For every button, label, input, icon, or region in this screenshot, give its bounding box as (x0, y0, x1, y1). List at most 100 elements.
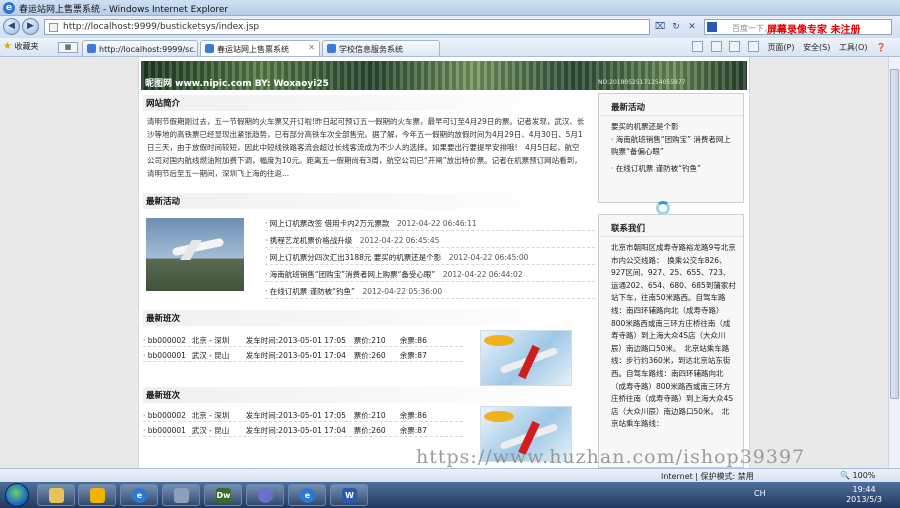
news-text: 海南航班销售“团购宝”消费者网上购票“备受心眼” (269, 270, 436, 279)
address-bar: ◀ ▶ http://localhost:9999/busticketsys/i… (0, 16, 900, 38)
help-icon[interactable]: ❓ (876, 43, 886, 52)
taskbar-ie2[interactable]: e (288, 484, 326, 506)
title-bar: e 春运站网上售票系统 - Windows Internet Explorer (0, 0, 900, 16)
train-row[interactable]: · bb000002 北京 - 深圳 发车时间:2013-05-01 17:05 票价… (143, 407, 463, 422)
sticky-notes-icon (90, 488, 105, 503)
side-activity-title: 最新活动 (599, 94, 743, 116)
news-text: 网上订机票分四次汇出3188元 要买的机票还是个影 (269, 253, 442, 262)
site-watermark: https://www.huzhan.com/ishop39397 (416, 446, 806, 468)
taskbar-dreamweaver[interactable]: Dw (204, 484, 242, 506)
print-icon[interactable] (747, 41, 759, 52)
news-item[interactable]: · 网上订机票分四次汇出3188元 要买的机票还是个影 2012-04-22 0… (265, 248, 595, 265)
contact-text: 北京市朝阳区成寿寺路裕龙路9号北京市内公交线路： 换乘公交车826、927区间、… (611, 243, 736, 429)
trains-title-2: 最新班次 (143, 387, 587, 403)
tools-menu[interactable]: 工具(O) (839, 42, 868, 53)
train-row[interactable]: · bb000001 武汉 - 昆山 发车时间:2013-05-01 17:04 票价… (143, 422, 463, 437)
system-tray: CH 19:44 2013/5/3 (752, 482, 900, 508)
side-activity-item[interactable]: · 在线订机票 谨防被“钓鱼” (611, 163, 736, 176)
clock-date: 2013/5/3 (846, 495, 882, 504)
banner-watermark-left: 昵图网 www.nipic.com BY: Woxaoyi25 (145, 79, 329, 89)
media-icon (258, 488, 273, 503)
url-field[interactable]: http://localhost:9999/busticketsys/index… (44, 19, 650, 35)
news-item[interactable]: · 网上订机票改签 借用卡内2万元票款 2012-04-22 06:46:11 (265, 214, 595, 231)
recorder-watermark: 屏幕录像专家 未注册 (767, 25, 861, 36)
airline-logo (484, 411, 514, 422)
feeds-icon[interactable] (710, 41, 722, 52)
zoom-level[interactable]: 🔍 100% (840, 471, 875, 480)
intro-text: 清明节假期刚过去，五一节假期的火车票又开订啦!昨日起可预订五一假期的火车票，最早… (147, 117, 585, 178)
web-page: 昵图网 www.nipic.com BY: Woxaoyi25 NO:20180… (138, 57, 750, 468)
banner-watermark-right: NO:20180525171254055977 (598, 79, 686, 86)
tab-1[interactable]: http://localhost:9999/sc... (82, 40, 198, 56)
back-icon[interactable]: ◀ (3, 18, 20, 35)
side-activity-item[interactable]: 要买的机票还是个影 (611, 121, 736, 134)
train-depart: 发车时间:2013-05-01 17:05 (245, 336, 346, 345)
security-zone: Internet | 保护模式: 禁用 (661, 472, 754, 481)
train-price: 票价:210 (353, 336, 386, 345)
train-price: 票价:260 (353, 351, 386, 360)
taskbar-tools[interactable] (162, 484, 200, 506)
train-row[interactable]: · bb000001 武汉 - 昆山 发车时间:2013-05-01 17:04 票价… (143, 347, 463, 362)
taskbar-media[interactable] (246, 484, 284, 506)
news-item[interactable]: · 携程艺龙机票价格战升级 2012-04-22 06:45:45 (265, 231, 595, 248)
train-route: 北京 - 深圳 (191, 336, 230, 345)
side-activity-item[interactable]: · 海南航班销售“团购宝” 消费者网上购票“备偏心眼” (611, 134, 736, 159)
ie-icon: e (300, 488, 315, 503)
start-button[interactable] (5, 483, 29, 507)
page-icon (327, 44, 336, 53)
side-activity-list: 要买的机票还是个影 · 海南航班销售“团购宝” 消费者网上购票“备偏心眼” · … (599, 116, 743, 175)
search-field[interactable]: 百度一下，你 屏幕录像专家 未注册 (704, 19, 892, 36)
folder-icon (49, 488, 64, 503)
favorites-button[interactable]: ★ 收藏夹 (3, 41, 39, 52)
contact-box: 联系我们 北京市朝阳区成寿寺路裕龙路9号北京市内公交线路： 换乘公交车826、9… (598, 214, 744, 468)
news-time: 2012-04-22 06:46:11 (396, 219, 477, 228)
scroll-thumb[interactable] (890, 69, 899, 399)
airline-ad-1[interactable] (480, 330, 572, 386)
forward-icon[interactable]: ▶ (22, 18, 39, 35)
taskbar-word[interactable]: W (330, 484, 368, 506)
loading-spinner-icon (656, 201, 670, 215)
train-route: 北京 - 深圳 (191, 411, 230, 420)
safety-menu[interactable]: 安全(S) (803, 42, 830, 53)
stop-icon[interactable]: ✕ (686, 21, 698, 33)
close-icon[interactable]: ✕ (308, 43, 315, 52)
compat-icon[interactable]: ⌧ (654, 21, 666, 33)
tab-label: 春运站网上售票系统 (217, 45, 289, 54)
content-area: 昵图网 www.nipic.com BY: Woxaoyi25 NO:20180… (0, 57, 900, 468)
tab-label: http://localhost:9999/sc... (99, 45, 198, 54)
train-id: bb000001 (147, 351, 186, 360)
word-icon: W (342, 488, 357, 503)
search-engine-icon (707, 22, 717, 32)
intro-title: 网站简介 (143, 95, 587, 111)
train-left: 余票:87 (399, 426, 427, 435)
train-left: 余票:86 (399, 336, 427, 345)
news-item[interactable]: · 海南航班销售“团购宝”消费者网上购票“备受心眼” 2012-04-22 06… (265, 265, 595, 282)
taskbar-notes[interactable] (78, 484, 116, 506)
train-left: 余票:86 (399, 411, 427, 420)
clock[interactable]: 19:44 2013/5/3 (846, 485, 882, 505)
airline-logo (484, 335, 514, 346)
mail-icon[interactable] (729, 41, 741, 52)
taskbar-ie[interactable]: e (120, 484, 158, 506)
command-bar: 页面(P) 安全(S) 工具(O) ❓ (687, 41, 900, 55)
side-activity-box: 最新活动 要买的机票还是个影 · 海南航班销售“团购宝” 消费者网上购票“备偏心… (598, 93, 744, 203)
page-icon (49, 23, 58, 32)
home-icon[interactable] (692, 41, 704, 52)
vertical-scrollbar[interactable] (888, 57, 900, 468)
news-text: 携程艺龙机票价格战升级 (269, 236, 353, 245)
tab-3[interactable]: 学校信息服务系统 (322, 40, 440, 56)
ie-logo-icon: e (3, 2, 15, 14)
page-menu[interactable]: 页面(P) (767, 42, 794, 53)
refresh-icon[interactable]: ↻ (670, 21, 682, 33)
quick-tabs-icon[interactable]: ▦ (58, 42, 78, 53)
tab-2[interactable]: 春运站网上售票系统 ✕ (200, 40, 320, 56)
news-time: 2012-04-22 06:45:45 (359, 236, 440, 245)
news-item[interactable]: · 在线订机票 谨防被“钓鱼” 2012-04-22 05:36:00 (265, 282, 595, 299)
taskbar-folder[interactable] (37, 484, 75, 506)
train-depart: 发车时间:2013-05-01 17:05 (245, 411, 346, 420)
language-indicator[interactable]: CH (754, 489, 766, 498)
train-depart: 发车时间:2013-05-01 17:04 (245, 351, 346, 360)
contact-title: 联系我们 (599, 215, 743, 237)
zoom-text: 100% (852, 471, 876, 480)
train-row[interactable]: · bb000002 北京 - 深圳 发车时间:2013-05-01 17:05 票价… (143, 332, 463, 347)
